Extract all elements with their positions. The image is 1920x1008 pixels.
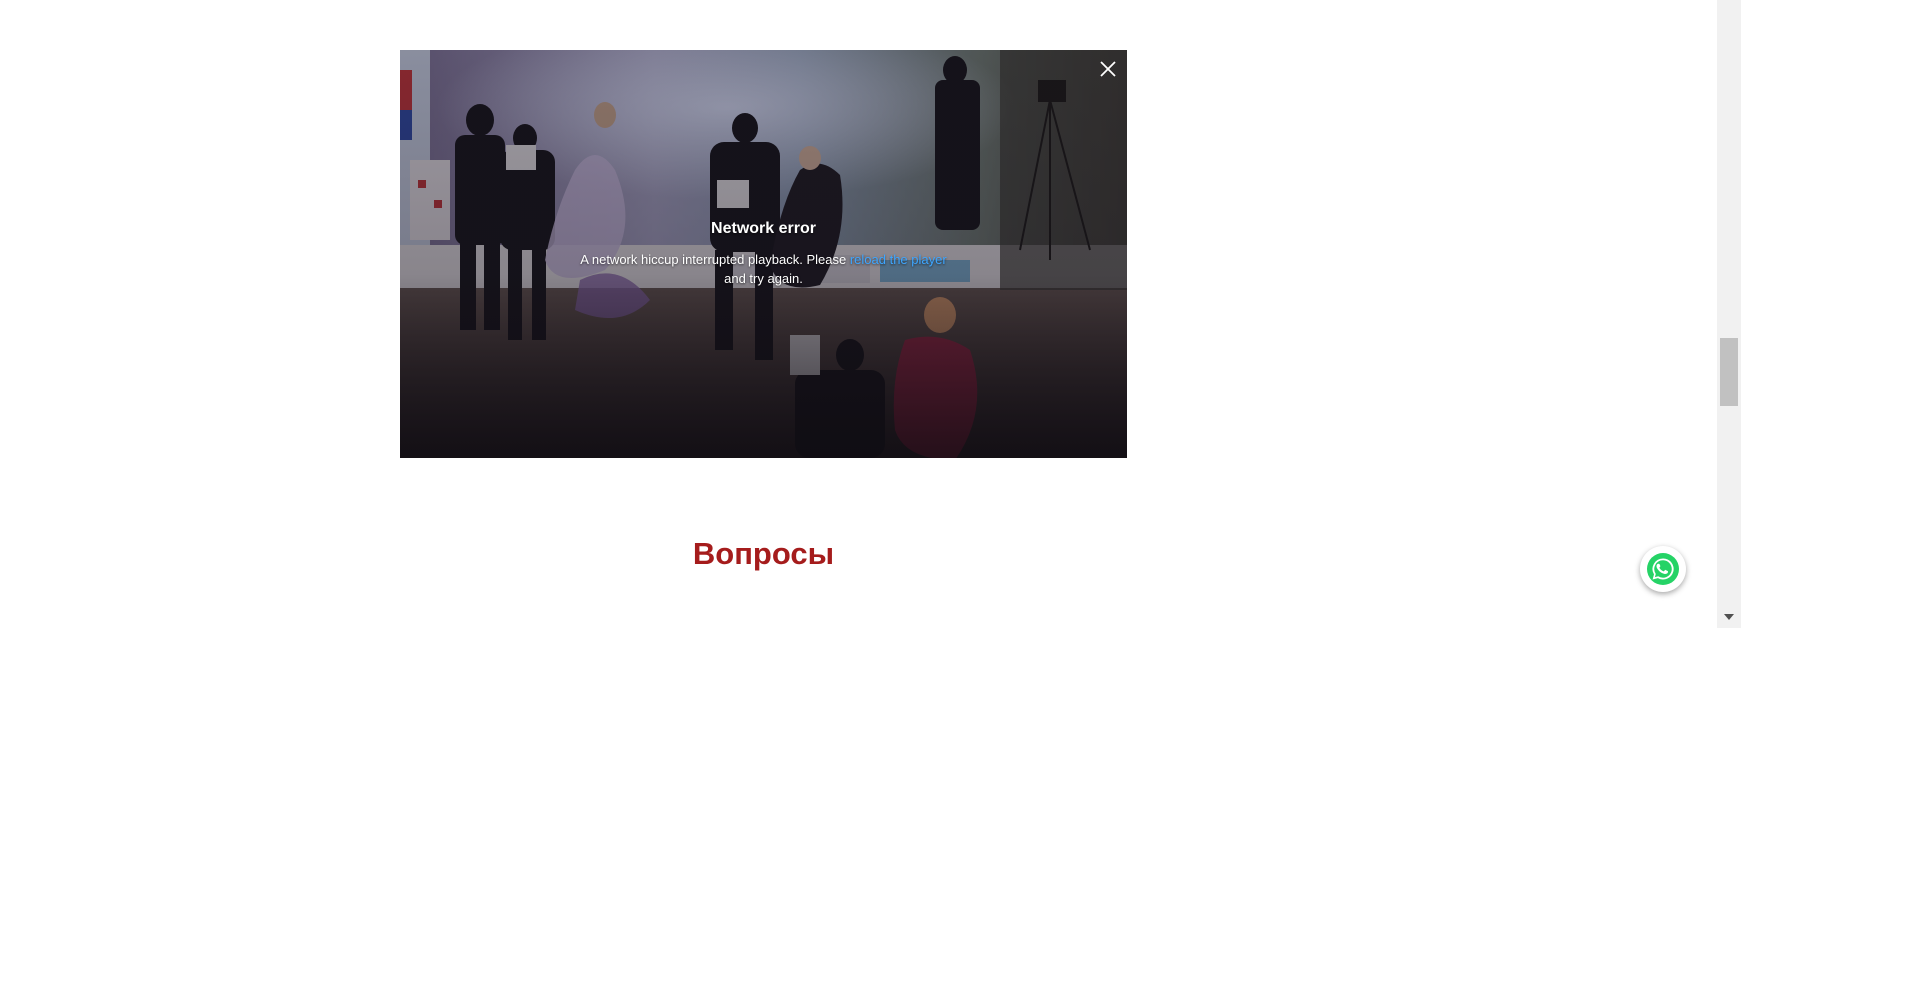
- embedded-page-frame: Network error A network hiccup interrupt…: [0, 0, 1741, 628]
- reload-player-link[interactable]: reload the player: [850, 252, 947, 267]
- close-button[interactable]: [1095, 56, 1121, 82]
- error-title: Network error: [711, 220, 816, 237]
- page: Network error A network hiccup interrupt…: [0, 0, 1920, 1008]
- whatsapp-icon: [1647, 553, 1679, 585]
- vertical-scrollbar[interactable]: [1717, 0, 1741, 628]
- whatsapp-button[interactable]: [1640, 546, 1686, 592]
- error-text-before: A network hiccup interrupted playback. P…: [580, 252, 850, 267]
- scrollbar-thumb[interactable]: [1720, 338, 1738, 406]
- error-description: A network hiccup interrupted playback. P…: [574, 250, 954, 288]
- questions-heading: Вопросы: [692, 536, 835, 571]
- video-player[interactable]: Network error A network hiccup interrupt…: [400, 50, 1127, 458]
- close-icon: [1100, 61, 1116, 77]
- error-text-after: and try again.: [724, 271, 803, 286]
- error-message-panel: Network error A network hiccup interrupt…: [400, 220, 1127, 288]
- chevron-down-icon[interactable]: [1724, 614, 1734, 620]
